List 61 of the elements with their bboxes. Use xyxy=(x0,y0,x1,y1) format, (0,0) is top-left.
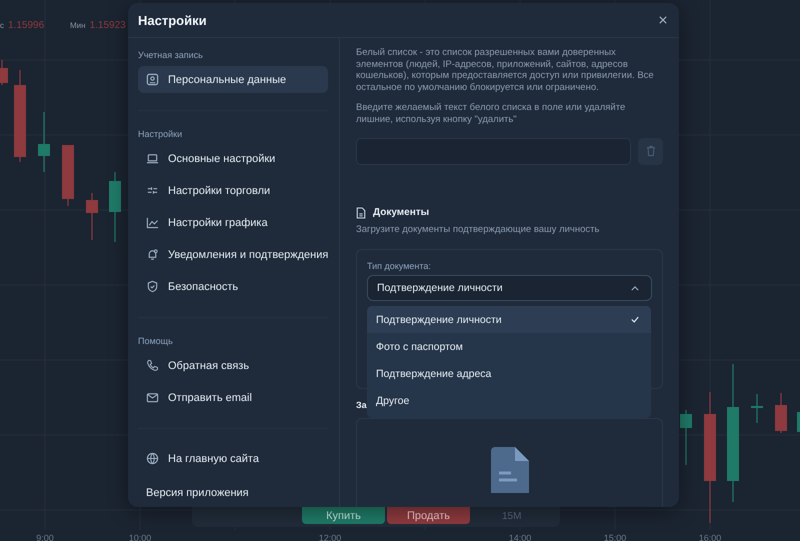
dropdown-option[interactable]: Другое xyxy=(367,387,651,414)
whitelist-description: Белый список - это список разрешенных вами доверенных элементов (людей, IP-адресов, приложений, сайтов, адресов кошельков), которым предоставляется доступ или привилегии. Все остальное по умолчанию блокируется или ограничено. xyxy=(356,47,655,94)
candlestick xyxy=(775,393,787,433)
chevron-icon xyxy=(631,286,639,291)
sidebar-item[interactable]: Безопасность xyxy=(138,273,328,300)
checkmark-icon xyxy=(631,316,639,324)
document-icon xyxy=(356,206,366,219)
stat-value: 1.15996 xyxy=(8,20,44,31)
whitelist-instruction: Введите желаемый текст белого списка в поле или удаляйте лишние, используя кнопку "удалить" xyxy=(356,102,626,126)
globe-icon xyxy=(146,452,159,465)
candlestick xyxy=(86,193,98,240)
phone-icon xyxy=(146,359,159,372)
sidebar-item[interactable]: Персональные данные xyxy=(138,66,328,93)
bell-icon xyxy=(146,248,159,261)
close-icon[interactable] xyxy=(659,16,667,24)
stat-label: с xyxy=(0,21,4,30)
candlestick xyxy=(0,60,8,85)
candlestick xyxy=(680,410,692,465)
stat-value: 1.15923 xyxy=(90,20,126,31)
sidebar-item[interactable]: На главную сайта xyxy=(138,445,328,472)
sidebar-item[interactable]: Отправить email xyxy=(138,384,328,411)
sidebar-item[interactable]: Уведомления и подтверждения xyxy=(138,241,328,268)
candlestick xyxy=(751,394,763,423)
sidebar-item[interactable]: Настройки графика xyxy=(138,209,328,236)
sidebar-item[interactable]: Обратная связь xyxy=(138,352,328,379)
sidebar-item[interactable]: Основные настройки xyxy=(138,145,328,172)
field-label: Тип документа: xyxy=(367,261,432,272)
dropdown-option[interactable]: Фото с паспортом xyxy=(367,333,651,360)
shield-icon xyxy=(146,280,159,293)
trash-icon xyxy=(646,145,656,158)
laptop-icon xyxy=(146,152,159,165)
id-card-icon xyxy=(146,73,159,86)
sidebar-item[interactable]: Настройки торговли xyxy=(138,177,328,204)
section-heading: Учетная запись xyxy=(138,50,204,60)
time-axis-label: 12:00 xyxy=(318,533,342,541)
file-icon xyxy=(490,447,528,494)
time-axis-label: 15:00 xyxy=(602,533,628,541)
line-chart-icon xyxy=(146,216,159,229)
time-axis-label: 10:00 xyxy=(128,533,152,541)
candlestick xyxy=(109,172,121,242)
stat-label: Мин xyxy=(70,21,86,30)
section-heading: Помощь xyxy=(138,336,174,346)
time-axis-label: 14:00 xyxy=(508,533,532,541)
app-version-label: Версия приложения xyxy=(146,487,250,499)
dialog-title: Настройки xyxy=(138,12,207,28)
whitelist-input-field[interactable] xyxy=(356,138,631,165)
dropdown-option[interactable]: Подтверждение адреса xyxy=(367,360,651,388)
documents-subtitle: Загрузите документы подтверждающие вашу личность xyxy=(356,224,600,236)
upload-heading: За xyxy=(356,400,367,410)
candlestick xyxy=(797,412,800,432)
document-type-dropdown[interactable]: Подтверждение личности xyxy=(367,275,652,302)
delete-button[interactable] xyxy=(638,138,663,165)
upload-area[interactable] xyxy=(356,418,663,507)
mail-icon xyxy=(146,391,159,404)
time-axis-label: 9:00 xyxy=(35,533,55,541)
time-axis-label: 16:00 xyxy=(698,533,722,541)
section-heading: Настройки xyxy=(138,129,184,139)
section-title: Документы xyxy=(373,207,430,218)
candlestick xyxy=(38,112,50,172)
candlestick xyxy=(62,145,74,206)
dropdown-option[interactable]: Подтверждение личности xyxy=(367,306,651,334)
